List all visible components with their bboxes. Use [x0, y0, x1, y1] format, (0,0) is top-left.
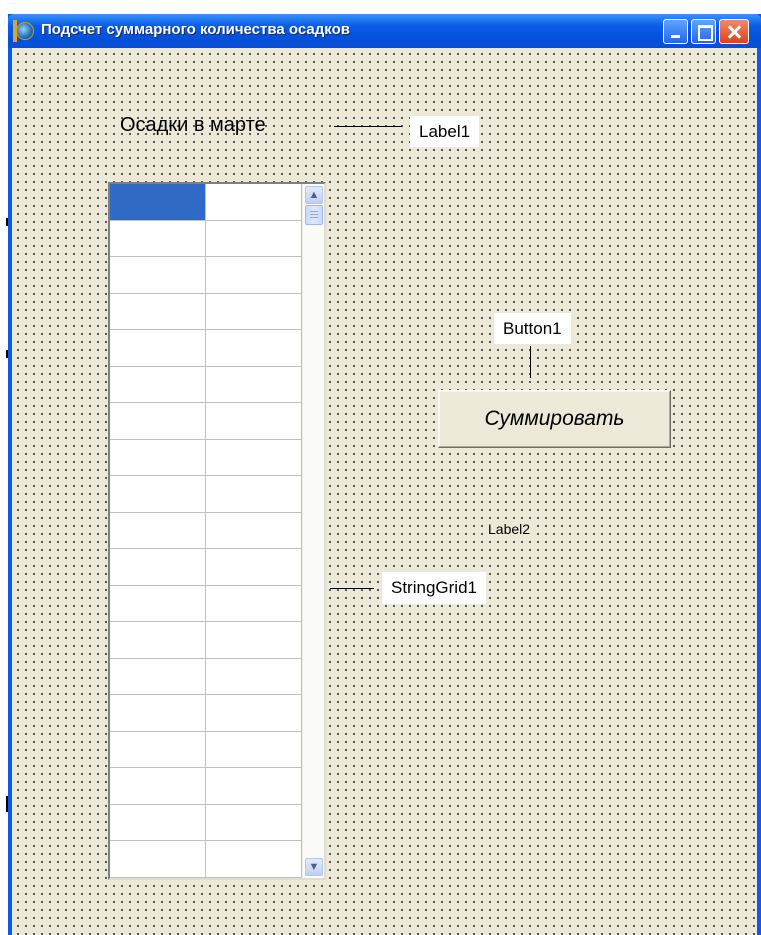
grid-cell[interactable]: [206, 184, 302, 221]
close-icon[interactable]: [719, 19, 749, 44]
heading-label[interactable]: Осадки в марте: [120, 114, 266, 137]
grid-row: [110, 695, 302, 732]
grid-cell[interactable]: [206, 439, 302, 476]
window-title: Подсчет суммарного количества осадков: [41, 21, 350, 38]
grid-row: [110, 549, 302, 586]
grid-row: [110, 585, 302, 622]
grid-cell[interactable]: [206, 330, 302, 367]
grid-row: [110, 439, 302, 476]
grid-row: [110, 476, 302, 513]
grid-cell[interactable]: [206, 366, 302, 403]
grid-cell[interactable]: [110, 293, 206, 330]
title-bar[interactable]: Подсчет суммарного количества осадков: [8, 14, 761, 48]
stringgrid1-callout: StringGrid1: [382, 572, 486, 604]
grid-cell[interactable]: [206, 768, 302, 805]
grid-cell[interactable]: [110, 695, 206, 732]
grid-row: [110, 804, 302, 841]
grid-cell[interactable]: [110, 804, 206, 841]
grid-row: [110, 293, 302, 330]
button1-callout: Button1: [494, 313, 571, 344]
form-window: Подсчет суммарного количества осадков Ос…: [8, 14, 761, 935]
grid-row: [110, 257, 302, 294]
left-ruler: [0, 0, 8, 935]
grid-cell[interactable]: [110, 403, 206, 440]
grid-cell[interactable]: [110, 366, 206, 403]
grid-cell[interactable]: [206, 695, 302, 732]
grid-cell[interactable]: [206, 622, 302, 659]
grid-cell[interactable]: [110, 768, 206, 805]
grid-row: [110, 184, 302, 221]
grid-row: [110, 512, 302, 549]
grid-cell[interactable]: [206, 512, 302, 549]
grid-cell[interactable]: [110, 731, 206, 768]
delphi-app-icon[interactable]: [13, 20, 34, 42]
result-label[interactable]: Label2: [485, 519, 534, 539]
scroll-up-arrow-icon[interactable]: ▲: [305, 186, 323, 204]
grid-cell[interactable]: [206, 220, 302, 257]
stringgrid1-pointer-line: [330, 588, 374, 589]
grid-cell[interactable]: [110, 257, 206, 294]
grid-cell[interactable]: [206, 549, 302, 586]
grid-cell[interactable]: [110, 841, 206, 878]
grid-cell[interactable]: [110, 184, 206, 221]
label1-pointer-line: [334, 126, 402, 127]
grid-row: [110, 366, 302, 403]
grid-row: [110, 841, 302, 878]
grid-cell[interactable]: [206, 476, 302, 513]
grid-cell[interactable]: [110, 220, 206, 257]
grid-cell[interactable]: [110, 512, 206, 549]
grid-row: [110, 768, 302, 805]
grid-cell[interactable]: [206, 731, 302, 768]
grid-cell[interactable]: [110, 476, 206, 513]
grid-row: [110, 658, 302, 695]
maximize-icon[interactable]: [691, 19, 716, 44]
string-grid[interactable]: ▲ ▼: [108, 182, 326, 880]
grid-cell[interactable]: [206, 841, 302, 878]
scroll-down-arrow-icon[interactable]: ▼: [305, 858, 323, 876]
grid-cells[interactable]: [110, 184, 302, 878]
grid-row: [110, 622, 302, 659]
button1-pointer-line: [530, 346, 531, 378]
grid-cell[interactable]: [206, 804, 302, 841]
grid-cell[interactable]: [110, 658, 206, 695]
grid-row: [110, 330, 302, 367]
form-design-surface[interactable]: Осадки в марте Label1 Button1 ▲ ▼ String…: [12, 48, 757, 935]
grid-cell[interactable]: [206, 658, 302, 695]
sum-button[interactable]: Суммировать: [438, 390, 671, 448]
grid-cell[interactable]: [206, 257, 302, 294]
grid-cell[interactable]: [110, 330, 206, 367]
grid-cell[interactable]: [110, 549, 206, 586]
minimize-icon[interactable]: [663, 19, 688, 44]
label1-callout: Label1: [410, 116, 480, 147]
grid-vertical-scrollbar[interactable]: ▲ ▼: [302, 184, 324, 878]
grid-cell[interactable]: [206, 585, 302, 622]
grid-row: [110, 403, 302, 440]
grid-cell[interactable]: [206, 293, 302, 330]
grid-row: [110, 220, 302, 257]
scroll-thumb[interactable]: [305, 205, 323, 225]
grid-cell[interactable]: [206, 403, 302, 440]
grid-cell[interactable]: [110, 622, 206, 659]
grid-row: [110, 731, 302, 768]
grid-cell[interactable]: [110, 585, 206, 622]
grid-cell[interactable]: [110, 439, 206, 476]
